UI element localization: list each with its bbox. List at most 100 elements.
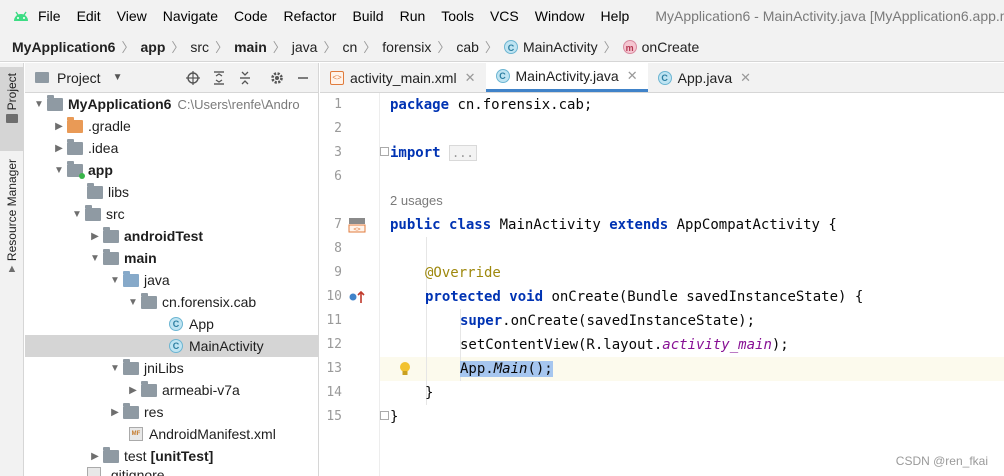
line-number: 7	[334, 217, 342, 232]
project-tool-tab[interactable]: Project	[0, 67, 24, 151]
chevron-right-icon[interactable]: ▶	[51, 118, 67, 134]
breadcrumb-separator-icon: 〉	[484, 40, 498, 55]
tree-item-java[interactable]: ▼ java	[25, 269, 318, 291]
breadcrumb-item-method[interactable]: m onCreate	[622, 39, 699, 55]
tree-item-mainactivity[interactable]: C MainActivity	[25, 335, 318, 357]
tree-item-test[interactable]: ▶ test [unitTest]	[25, 445, 318, 467]
fold-icon[interactable]	[380, 147, 389, 156]
menu-navigate[interactable]: Navigate	[155, 0, 226, 32]
tab-app-java[interactable]: C App.java ✕	[648, 63, 761, 92]
tree-item-src[interactable]: ▼ src	[25, 203, 318, 225]
tree-item-jnilibs[interactable]: ▼ jniLibs	[25, 357, 318, 379]
menu-view[interactable]: View	[109, 0, 155, 32]
menu-file[interactable]: File	[30, 0, 69, 32]
chevron-down-icon[interactable]: ▼	[31, 96, 47, 112]
fold-icon[interactable]	[380, 411, 389, 420]
folder-icon	[123, 358, 139, 375]
folder-icon	[6, 114, 18, 124]
tab-activity-main-xml[interactable]: <> activity_main.xml ✕	[320, 63, 486, 92]
tree-item-app-class[interactable]: C App	[25, 313, 318, 335]
tree-item-androidtest[interactable]: ▶ androidTest	[25, 225, 318, 247]
tree-item-suffix: [unitTest]	[150, 448, 214, 464]
menu-build[interactable]: Build	[344, 0, 391, 32]
override-icon[interactable]	[348, 289, 368, 305]
tree-item-label: test	[124, 448, 147, 464]
menu-refactor[interactable]: Refactor	[276, 0, 345, 32]
tree-item-label: jniLibs	[144, 360, 184, 376]
class-icon: C	[657, 70, 672, 85]
usages-hint[interactable]: 2 usages	[390, 189, 443, 213]
breadcrumb-separator-icon: 〉	[603, 40, 617, 55]
breadcrumb-item[interactable]: cn	[342, 39, 357, 55]
tree-item-gradle[interactable]: ▶ .gradle	[25, 115, 318, 137]
gear-icon[interactable]	[266, 67, 288, 89]
tab-mainactivity-java[interactable]: C MainActivity.java ✕	[485, 63, 648, 92]
code-line-15: }	[390, 409, 399, 425]
tree-item-res[interactable]: ▶ res	[25, 401, 318, 423]
close-icon[interactable]: ✕	[627, 68, 638, 84]
chevron-down-icon[interactable]: ▼	[125, 294, 141, 310]
project-panel: Project ▼ ▼ MyApplication6 C:\Users\renf…	[25, 63, 319, 476]
menu-edit[interactable]: Edit	[69, 0, 109, 32]
project-tool-tab-label: Project	[5, 73, 19, 111]
chevron-down-icon[interactable]: ▼	[51, 162, 67, 178]
tree-item-myapplication6[interactable]: ▼ MyApplication6 C:\Users\renfe\Andro	[25, 93, 318, 115]
locate-icon[interactable]	[182, 67, 204, 89]
tree-item-idea[interactable]: ▶ .idea	[25, 137, 318, 159]
resource-manager-icon: ▲	[6, 263, 18, 276]
tree-item-manifest[interactable]: MF AndroidManifest.xml	[25, 423, 318, 445]
close-icon[interactable]: ✕	[740, 70, 751, 86]
tree-item-app[interactable]: ▼ app	[25, 159, 318, 181]
breadcrumb-item[interactable]: java	[292, 39, 318, 55]
chevron-down-icon[interactable]: ▼	[113, 72, 123, 83]
breadcrumb-item[interactable]: forensix	[382, 39, 431, 55]
chevron-down-icon[interactable]: ▼	[107, 360, 123, 376]
expand-all-icon[interactable]	[208, 67, 230, 89]
menu-help[interactable]: Help	[593, 0, 638, 32]
code-line-13: App.Main();	[460, 357, 553, 381]
chevron-right-icon[interactable]: ▶	[107, 404, 123, 420]
collapse-all-icon[interactable]	[234, 67, 256, 89]
chevron-right-icon[interactable]: ▶	[51, 140, 67, 156]
tree-item-label: MyApplication6	[68, 96, 172, 112]
breadcrumb-item[interactable]: main	[234, 39, 267, 55]
chevron-down-icon[interactable]: ▼	[69, 206, 85, 222]
tree-item-main[interactable]: ▼ main	[25, 247, 318, 269]
breadcrumb-item[interactable]: MyApplication6	[12, 39, 115, 55]
menu-vcs[interactable]: VCS	[482, 0, 527, 32]
folded-imports[interactable]: ...	[449, 145, 477, 161]
breadcrumb-item[interactable]: cab	[456, 39, 479, 55]
code-line-1: package cn.forensix.cab;	[390, 97, 593, 113]
chevron-right-icon[interactable]: ▶	[125, 382, 141, 398]
breadcrumb-class-label: MainActivity	[522, 38, 598, 55]
chevron-down-icon[interactable]: ▼	[107, 272, 123, 288]
resource-manager-tool-tab[interactable]: Resource Manager ▲	[0, 155, 24, 285]
code-line-3: import ...	[390, 141, 477, 165]
chevron-right-icon[interactable]: ▶	[87, 448, 103, 464]
code-editor[interactable]: 1 2 3 6 7 8 9 10 11 12 13 14 15 <> packa…	[320, 93, 1004, 476]
chevron-right-icon[interactable]: ▶	[87, 228, 103, 244]
project-view-selector[interactable]: Project	[57, 70, 101, 86]
close-icon[interactable]: ✕	[465, 70, 476, 86]
minimize-icon[interactable]	[292, 67, 314, 89]
breadcrumb-item[interactable]: src	[190, 39, 209, 55]
chevron-down-icon[interactable]: ▼	[87, 250, 103, 266]
text-file-icon	[87, 467, 101, 476]
menu-tools[interactable]: Tools	[433, 0, 482, 32]
lightbulb-icon[interactable]	[398, 361, 412, 377]
breadcrumb-item[interactable]: app	[140, 39, 165, 55]
selected-text[interactable]: App.Main();	[460, 361, 553, 377]
tree-item-label: java	[144, 272, 170, 288]
menu-window[interactable]: Window	[527, 0, 593, 32]
breadcrumb-item-class[interactable]: C MainActivity	[503, 38, 598, 55]
tree-item-package[interactable]: ▼ cn.forensix.cab	[25, 291, 318, 313]
menu-code[interactable]: Code	[226, 0, 275, 32]
tree-item-libs[interactable]: libs	[25, 181, 318, 203]
layout-link-icon[interactable]: <>	[348, 217, 366, 233]
tree-item-armeabi[interactable]: ▶ armeabi-v7a	[25, 379, 318, 401]
tree-item-gitignore[interactable]: .gitignore	[25, 467, 318, 476]
menu-run[interactable]: Run	[392, 0, 434, 32]
line-number: 12	[326, 337, 342, 352]
breadcrumb-separator-icon: 〉	[215, 40, 229, 55]
tree-item-label: cn.forensix.cab	[162, 294, 257, 310]
